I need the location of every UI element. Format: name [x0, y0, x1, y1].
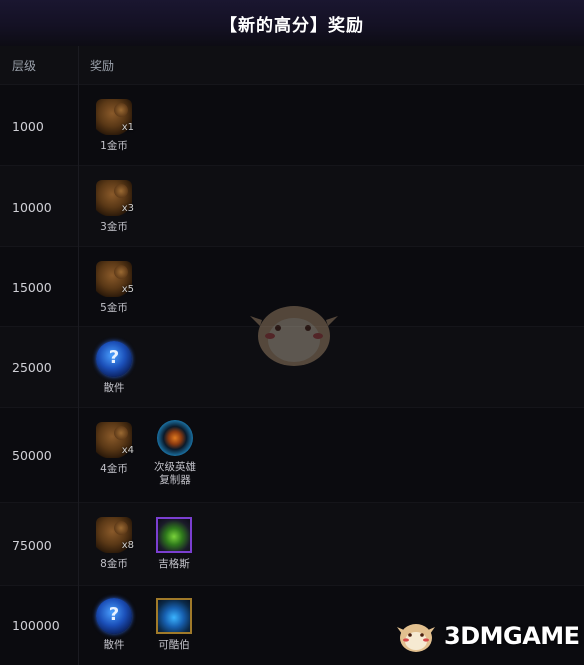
reward-label: 5金币: [100, 302, 128, 314]
tier-value: 25000: [12, 360, 52, 375]
reward-item: x1 1金币: [89, 99, 139, 153]
reward-label: 3金币: [100, 221, 128, 233]
tier-value: 10000: [12, 200, 52, 215]
reward-label: 次级英雄复制器: [154, 461, 196, 486]
champion-ziggs-icon: [156, 517, 192, 553]
reward-item: x5 5金币: [89, 261, 139, 315]
table-row: 10000 x3 3金币: [0, 166, 584, 247]
tier-value: 1000: [12, 119, 44, 134]
table-header: 层级 奖励: [0, 46, 584, 85]
reward-item: x8 8金币: [89, 517, 139, 571]
champion-kogmaw-icon: [156, 598, 192, 634]
header-tier: 层级: [12, 59, 37, 73]
watermark: 3DMGAME: [396, 614, 584, 658]
tier-value: 100000: [12, 618, 60, 633]
reward-item: x4 4金币: [89, 422, 139, 476]
reward-label: 1金币: [100, 140, 128, 152]
hero-copier-icon: [157, 420, 193, 456]
reward-quantity: x8: [121, 540, 134, 551]
reward-quantity: x4: [121, 445, 134, 456]
mascot-watermark-icon: [250, 306, 338, 366]
reward-item: 吉格斯: [149, 517, 199, 571]
tier-value: 75000: [12, 538, 52, 553]
chest-icon: x5: [96, 261, 134, 297]
reward-item: x3 3金币: [89, 180, 139, 234]
reward-quantity: x3: [121, 203, 134, 214]
tier-value: 50000: [12, 448, 52, 463]
reward-quantity: x1: [121, 122, 134, 133]
reward-label: 可酷伯: [158, 639, 190, 651]
tier-value: 15000: [12, 280, 52, 295]
chest-icon: x1: [96, 99, 134, 135]
reward-label: 散件: [103, 382, 125, 394]
chest-icon: x3: [96, 180, 134, 216]
title-bar: 【新的高分】奖励: [0, 0, 584, 46]
chest-icon: x4: [96, 422, 134, 458]
chest-icon: x8: [96, 517, 134, 553]
reward-label: 8金币: [100, 558, 128, 570]
reward-label: 散件: [103, 639, 125, 651]
table-row: 75000 x8 8金币 吉格斯: [0, 503, 584, 586]
reward-item: 可酷伯: [149, 598, 199, 652]
reward-label: 4金币: [100, 463, 128, 475]
header-reward: 奖励: [90, 59, 115, 73]
page-title: 【新的高分】奖励: [220, 15, 364, 36]
mystery-orb-icon: ?: [96, 341, 132, 377]
mystery-orb-icon: ?: [96, 598, 132, 634]
mascot-logo-icon: [397, 624, 435, 652]
table-row: 1000 x1 1金币: [0, 85, 584, 166]
column-divider: [78, 46, 79, 665]
table-row: 50000 x4 4金币 次级英雄复制器: [0, 408, 584, 503]
reward-item: ? 散件: [89, 598, 139, 652]
reward-item: ? 散件: [89, 341, 139, 395]
watermark-text: 3DMGAME: [444, 622, 580, 650]
reward-quantity: x5: [121, 284, 134, 295]
reward-label: 吉格斯: [158, 558, 190, 570]
reward-item: 次级英雄复制器: [142, 420, 208, 487]
